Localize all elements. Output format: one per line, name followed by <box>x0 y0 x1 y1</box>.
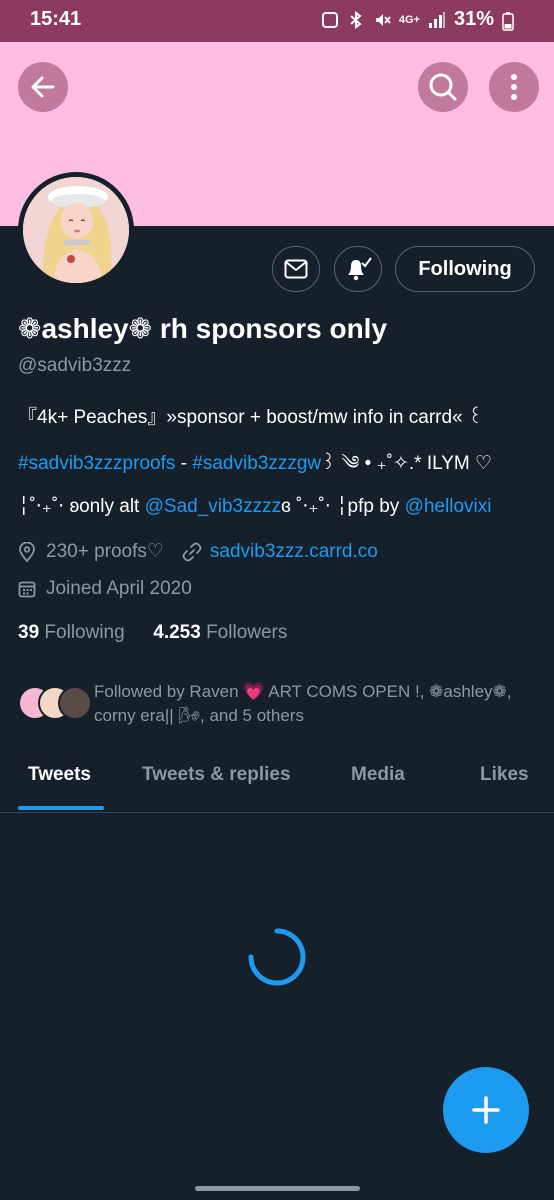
calendar-icon <box>18 581 36 598</box>
followed-by-text: Followed by Raven 💗 ART COMS OPEN !, ❁as… <box>94 682 512 725</box>
website-link[interactable]: sadvib3zzz.carrd.co <box>210 541 378 563</box>
joined-text: Joined April 2020 <box>46 578 192 599</box>
notification-icon <box>321 11 339 29</box>
battery-percent: 31% <box>453 8 494 30</box>
location-icon <box>19 541 35 562</box>
tab-media[interactable]: Media <box>351 764 405 786</box>
follow-stats: 39 Following 4.253 Followers <box>18 622 287 644</box>
following-label: Following <box>44 622 125 643</box>
bio-line-3: ╎˚‧₊˚‧ ʚonly alt @Sad_vib3zzzzɞ ˚‧₊˚‧ ╎p… <box>18 495 554 518</box>
tab-tweets[interactable]: Tweets <box>28 764 91 786</box>
search-icon <box>429 73 457 101</box>
hashtag-gw[interactable]: #sadvib3zzzgw <box>192 453 321 474</box>
follower-avatar <box>58 686 92 720</box>
bio-line-3-pre: ╎˚‧₊˚‧ ʚonly alt <box>18 496 145 517</box>
bio-line-1: 『4k+ Peaches』»sponsor + boost/mw info in… <box>18 407 483 428</box>
tab-likes[interactable]: Likes <box>480 764 529 786</box>
status-time: 15:41 <box>30 8 82 30</box>
avatar[interactable] <box>18 172 134 288</box>
battery-icon <box>502 11 520 31</box>
mute-icon <box>373 11 391 29</box>
bluetooth-icon <box>347 10 365 29</box>
tab-tweets-replies[interactable]: Tweets & replies <box>142 764 291 786</box>
status-bar: 15:41 4G+ 31% <box>0 0 554 42</box>
followed-by[interactable]: Followed by Raven 💗 ART COMS OPEN !, ❁as… <box>18 680 554 730</box>
followers-link[interactable]: 4.253 Followers <box>153 622 287 643</box>
avatar-image <box>23 177 129 283</box>
more-vertical-icon <box>511 74 517 100</box>
notifications-button[interactable] <box>334 246 382 292</box>
loading-spinner <box>248 928 306 986</box>
bio-separator: - <box>175 453 193 474</box>
mention-pfp[interactable]: @hellovixi <box>405 496 492 517</box>
link-icon <box>182 542 202 561</box>
followers-label: Followers <box>206 622 288 643</box>
bio-line-2: #sadvib3zzzproofs - #sadvib3zzzgw꒱ ༄ • ₊… <box>18 441 554 495</box>
following-button[interactable]: Following <box>395 246 535 292</box>
plus-icon <box>472 1096 500 1124</box>
display-name: ❁ashley❁ rh sponsors only <box>18 313 388 344</box>
mail-icon <box>284 259 308 279</box>
profile-tabs: Tweets Tweets & replies Media Likes <box>0 750 554 813</box>
signal-icon <box>428 11 446 29</box>
status-icons: 4G+ 31% <box>321 8 520 31</box>
followers-count: 4.253 <box>153 622 201 643</box>
message-button[interactable] <box>272 246 320 292</box>
network-type: 4G+ <box>398 13 420 26</box>
joined-row: Joined April 2020 <box>18 578 192 600</box>
mention-alt[interactable]: @Sad_vib3zzzz <box>145 496 282 517</box>
location-text: 230+ proofs♡ <box>46 541 164 562</box>
search-button[interactable] <box>418 62 468 112</box>
bell-check-icon <box>348 257 372 281</box>
active-tab-indicator <box>18 806 104 810</box>
gesture-bar[interactable] <box>195 1186 360 1191</box>
arrow-left-icon <box>31 76 55 98</box>
profile-meta-row: 230+ proofs♡ sadvib3zzz.carrd.co <box>18 540 378 563</box>
bio-line-3-mid: ɞ ˚‧₊˚‧ ╎pfp by <box>281 496 405 517</box>
following-count: 39 <box>18 622 40 643</box>
handle: @sadvib3zzz <box>18 355 132 376</box>
compose-tweet-button[interactable] <box>443 1067 529 1153</box>
back-button[interactable] <box>18 62 68 112</box>
following-link[interactable]: 39 Following <box>18 622 125 643</box>
hashtag-proofs[interactable]: #sadvib3zzzproofs <box>18 453 175 474</box>
bio-line-2-tail: ꒱ ༄ • ₊˚✧.* ILYM ♡ <box>321 453 493 474</box>
more-button[interactable] <box>489 62 539 112</box>
